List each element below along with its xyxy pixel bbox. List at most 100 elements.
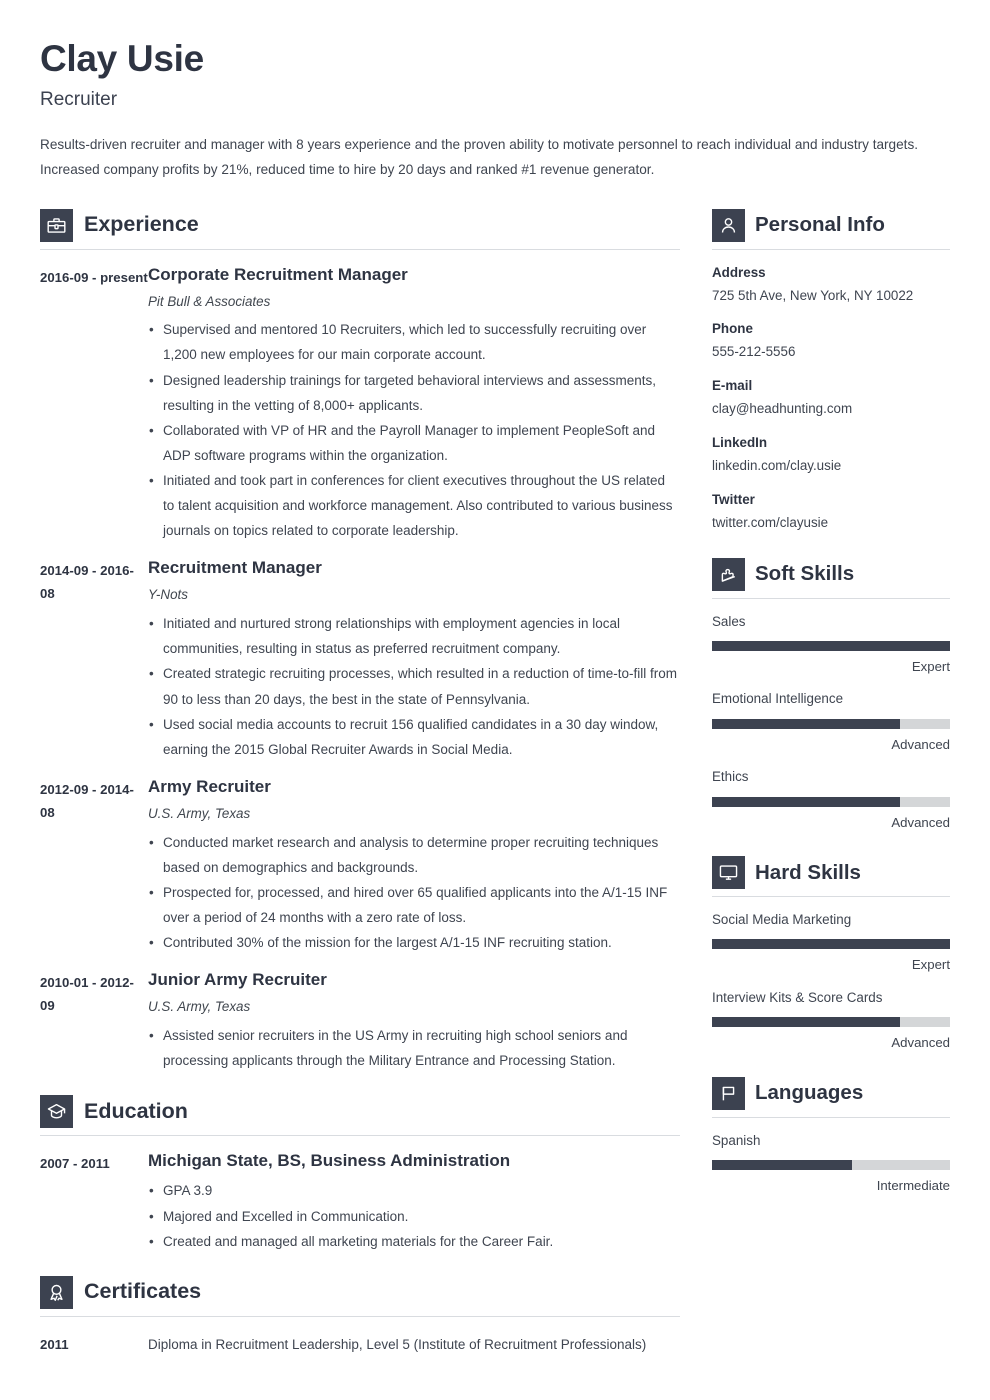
- main-column: Experience 2016-09 - present Corporate R…: [40, 208, 680, 1357]
- info-label: E-mail: [712, 378, 753, 394]
- section-personal-info: Personal Info Address 725 5th Ave, New Y…: [712, 208, 950, 534]
- resume-page: Clay Usie Recruiter Results-driven recru…: [0, 0, 990, 1400]
- entry-body: Michigan State, BS, Business Administrat…: [148, 1150, 680, 1254]
- entry-date: 2016-09 - present: [40, 269, 148, 285]
- section-header-education: Education: [40, 1095, 680, 1137]
- section-title-soft-skills: Soft Skills: [755, 561, 855, 585]
- entry-role: Corporate Recruitment Manager: [148, 264, 408, 284]
- info-value[interactable]: linkedin.com/clay.usie: [712, 455, 950, 477]
- certificate-text: Diploma in Recruitment Leadership, Level…: [148, 1336, 647, 1352]
- experience-entry: 2010-01 - 2012-09 Junior Army Recruiter …: [40, 969, 680, 1073]
- entry-date: 2010-01 - 2012-09: [40, 975, 134, 1014]
- skill-bar-track: [712, 939, 950, 950]
- bullet-item: Contributed 30% of the mission for the l…: [148, 930, 680, 955]
- section-experience: Experience 2016-09 - present Corporate R…: [40, 208, 680, 1074]
- entry-role: Junior Army Recruiter: [148, 970, 327, 990]
- award-ribbon-icon: [40, 1275, 73, 1309]
- skill-item: Spanish Intermediate: [712, 1131, 950, 1196]
- briefcase-icon: [40, 208, 73, 242]
- skill-bar-track: [712, 1160, 950, 1171]
- resume-columns: Experience 2016-09 - present Corporate R…: [40, 208, 950, 1357]
- entry-bullets: Conducted market research and analysis t…: [148, 830, 680, 956]
- info-value: 555-212-5556: [712, 344, 796, 360]
- experience-entry: 2016-09 - present Corporate Recruitment …: [40, 264, 680, 544]
- bullet-item: Collaborated with VP of HR and the Payro…: [148, 418, 680, 468]
- skill-name: Interview Kits & Score Cards: [712, 990, 883, 1006]
- entry-role: Recruitment Manager: [148, 558, 322, 578]
- skill-item: Ethics Advanced: [712, 767, 950, 832]
- entry-bullets: Initiated and nurtured strong relationsh…: [148, 611, 680, 762]
- section-certificates: Certificates 2011 Diploma in Recruitment…: [40, 1275, 680, 1357]
- entry-body: Corporate Recruitment Manager Pit Bull &…: [148, 264, 680, 544]
- bullet-item: Initiated and nurtured strong relationsh…: [148, 611, 680, 661]
- bullet-item: Conducted market research and analysis t…: [148, 830, 680, 880]
- skill-bar-track: [712, 640, 950, 651]
- bullet-item: Prospected for, processed, and hired ove…: [148, 880, 680, 930]
- section-header-certificates: Certificates: [40, 1275, 680, 1317]
- entry-degree: Michigan State, BS, Business Administrat…: [148, 1151, 511, 1171]
- candidate-summary: Results-driven recruiter and manager wit…: [40, 137, 919, 178]
- skill-level: Expert: [911, 957, 950, 973]
- section-title-certificates: Certificates: [84, 1279, 202, 1304]
- section-header-experience: Experience: [40, 208, 680, 250]
- info-item-twitter: Twitter twitter.com/clayusie: [712, 490, 950, 534]
- section-title-education: Education: [84, 1099, 188, 1124]
- skill-bar-track: [712, 1017, 950, 1028]
- bullet-item: Designed leadership trainings for target…: [148, 368, 680, 418]
- skill-bar-fill: [712, 939, 950, 950]
- skill-name: Social Media Marketing: [712, 912, 852, 928]
- candidate-name: Clay Usie: [40, 38, 204, 79]
- entry-role: Army Recruiter: [148, 776, 271, 796]
- section-title-personal-info: Personal Info: [755, 212, 885, 236]
- skill-level: Advanced: [891, 736, 950, 752]
- section-title-hard-skills: Hard Skills: [755, 860, 861, 884]
- skill-bar-track: [712, 796, 950, 807]
- skill-bar-fill: [712, 640, 950, 651]
- skill-level: Advanced: [891, 814, 950, 830]
- certificate-entry: 2011 Diploma in Recruitment Leadership, …: [40, 1331, 680, 1357]
- section-soft-skills: Soft Skills Sales Expert Emotional Intel…: [712, 557, 950, 833]
- skill-name: Sales: [712, 613, 746, 629]
- info-item-email: E-mail clay@headhunting.com: [712, 376, 950, 420]
- section-header-hard-skills: Hard Skills: [712, 856, 950, 898]
- section-languages: Languages Spanish Intermediate: [712, 1077, 950, 1196]
- section-title-languages: Languages: [755, 1081, 864, 1105]
- skill-item: Interview Kits & Score Cards Advanced: [712, 988, 950, 1053]
- skill-item: Emotional Intelligence Advanced: [712, 689, 950, 754]
- entry-body: Diploma in Recruitment Leadership, Level…: [148, 1331, 680, 1357]
- skill-bar-fill: [712, 1160, 853, 1171]
- info-value[interactable]: twitter.com/clayusie: [712, 512, 950, 534]
- bullet-item: Initiated and took part in conferences f…: [148, 468, 680, 543]
- monitor-icon: [712, 856, 745, 890]
- entry-date: 2007 - 2011: [40, 1156, 110, 1172]
- bullet-item: Used social media accounts to recruit 15…: [148, 712, 680, 762]
- entry-bullets: Assisted senior recruiters in the US Arm…: [148, 1023, 680, 1073]
- skill-level: Advanced: [891, 1035, 950, 1051]
- entry-bullets: Supervised and mentored 10 Recruiters, w…: [148, 317, 680, 543]
- skill-item: Sales Expert: [712, 612, 950, 677]
- info-value: 725 5th Ave, New York, NY 10022: [712, 287, 914, 303]
- flag-icon: [712, 1077, 745, 1111]
- skill-level: Expert: [911, 658, 950, 674]
- candidate-job-title: Recruiter: [40, 89, 118, 111]
- section-header-languages: Languages: [712, 1077, 950, 1119]
- bullet-item: Majored and Excelled in Communication.: [148, 1204, 680, 1229]
- info-label: Phone: [712, 321, 753, 337]
- experience-entry: 2014-09 - 2016-08 Recruitment Manager Y-…: [40, 557, 680, 762]
- bullet-item: Assisted senior recruiters in the US Arm…: [148, 1023, 680, 1073]
- section-education: Education 2007 - 2011 Michigan State, BS…: [40, 1095, 680, 1254]
- info-label: Twitter: [712, 491, 755, 507]
- info-item-address: Address 725 5th Ave, New York, NY 10022: [712, 263, 950, 307]
- info-label: Address: [712, 264, 766, 280]
- skill-name: Ethics: [712, 769, 749, 785]
- info-value[interactable]: clay@headhunting.com: [712, 398, 950, 420]
- entry-bullets: GPA 3.9 Majored and Excelled in Communic…: [148, 1178, 680, 1253]
- entry-date: 2012-09 - 2014-08: [40, 781, 134, 820]
- section-header-soft-skills: Soft Skills: [712, 557, 950, 599]
- bullet-item: Supervised and mentored 10 Recruiters, w…: [148, 317, 680, 367]
- skill-bar-fill: [712, 1017, 901, 1028]
- experience-entries: 2016-09 - present Corporate Recruitment …: [40, 264, 680, 1074]
- entry-body: Junior Army Recruiter U.S. Army, Texas A…: [148, 969, 680, 1073]
- skill-bar-fill: [712, 718, 901, 729]
- skill-item: Social Media Marketing Expert: [712, 910, 950, 975]
